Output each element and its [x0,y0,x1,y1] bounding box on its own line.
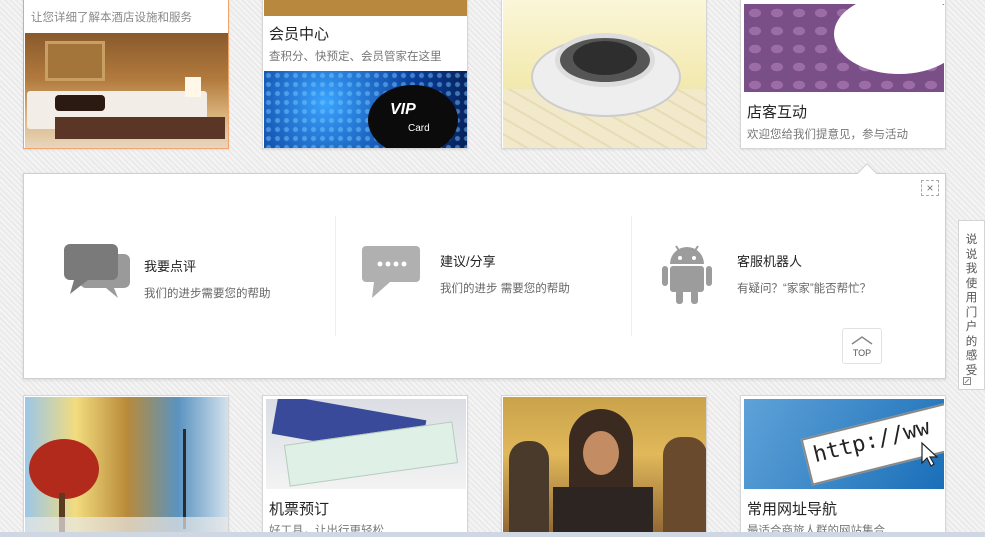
side-tab-char: 户 [965,321,978,333]
feedback-panel: × 我要点评 我们的进步需要您的帮助 建议/分享 我们的进步 需要您的帮助 客服… [23,163,946,379]
movie-poster-image [503,397,706,537]
option-desc: 有疑问？“家家”能否帮忙？ [737,283,872,295]
top-label: TOP [852,348,872,358]
seasons-landscape-image [25,397,228,537]
option-title: 客服机器人 [737,254,803,269]
flight-tickets-image [266,399,466,489]
chat-bubbles-icon [64,244,130,298]
hotel-room-photo [25,33,228,148]
card-hotel-facilities[interactable]: 让您详细了解本酒店设施和服务 [23,0,229,149]
card-title: 常用网址导航 [747,501,838,518]
side-tab-char: 我 [965,263,978,275]
chat-bubbles-pattern [744,4,944,92]
card-title: 会员中心 [269,26,330,43]
option-suggestion[interactable]: 建议/分享 我们的进步 需要您的帮助 [354,216,634,336]
member-header-photo [264,0,467,16]
card-label: Card [408,123,430,134]
card-subtitle: 让您详细了解本酒店设施和服务 [31,12,192,24]
browser-bottom-edge [0,532,985,537]
speech-bubble-icon [362,246,420,298]
android-robot-icon [662,245,712,304]
side-feedback-tab[interactable]: 说 说 我 使 用 门 户 的 感 受 [958,220,985,390]
compass-map-image [503,0,706,148]
card-guest-interaction[interactable]: 店客互动 欢迎您给我们提意见，参与活动 [740,0,946,149]
cursor-icon [921,441,939,467]
close-button[interactable]: × [921,180,939,196]
side-tab-char: 受 [965,364,978,377]
card-subtitle: 欢迎您给我们提意见，参与活动 [747,129,908,141]
back-to-top-button[interactable]: TOP [842,328,882,364]
side-tab-char: 感 [965,350,978,362]
card-hotel-map[interactable] [501,0,707,149]
option-title: 我要点评 [144,259,197,274]
card-title: 机票预订 [269,501,330,518]
vip-card-image: VIP Card [264,71,467,148]
card-weather[interactable] [23,395,229,537]
side-tab-char: 说 [965,234,978,246]
chevron-up-icon [851,336,873,345]
card-url-navigation[interactable]: http://ww 常用网址导航 最适合商旅人群的网站集合 [740,395,946,537]
option-desc: 我们的进步 需要您的帮助 [440,283,570,295]
option-title: 建议/分享 [440,254,496,269]
side-tab-char: 用 [965,292,978,304]
option-robot[interactable]: 客服机器人 有疑问？“家家”能否帮忙？ [654,216,924,336]
option-desc: 我们的进步需要您的帮助 [144,288,271,300]
divider [335,216,336,336]
side-tab-char: 门 [965,306,978,319]
card-member-center[interactable]: 会员中心 查积分、快预定、会员管家在这里 VIP Card [262,0,468,149]
vip-label: VIP [390,101,416,118]
card-subtitle: 查积分、快预定、会员管家在这里 [269,51,442,63]
card-flight-booking[interactable]: 机票预订 好工具，让出行更轻松 [262,395,468,537]
url-banner-image: http://ww [744,399,944,489]
expand-icon [963,377,971,385]
side-tab-char: 使 [965,277,978,290]
card-title: 店客互动 [747,104,808,121]
side-tab-char: 的 [965,335,978,348]
divider [631,216,632,336]
card-movies[interactable] [501,395,707,537]
side-tab-char: 说 [965,248,978,261]
option-review[interactable]: 我要点评 我们的进步需要您的帮助 [54,216,334,336]
